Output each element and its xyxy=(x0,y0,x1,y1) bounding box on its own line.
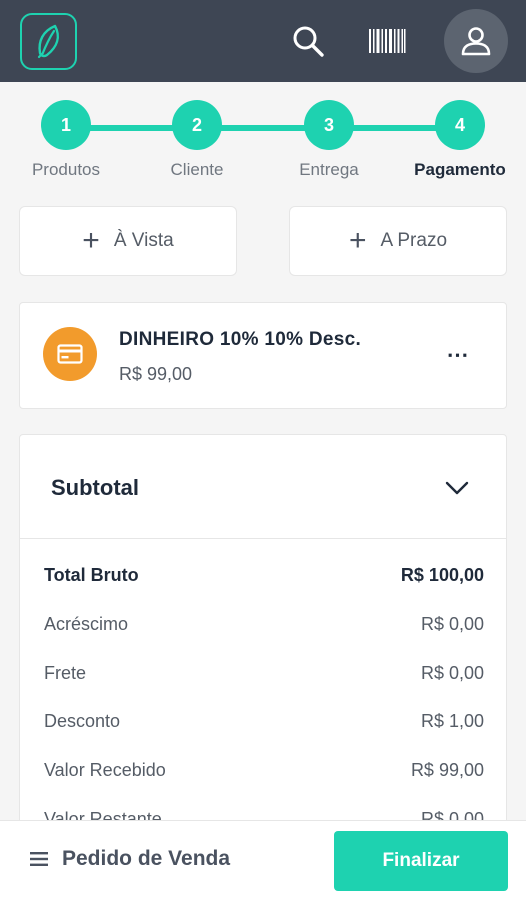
barcode-icon xyxy=(369,29,406,53)
profile-button[interactable] xyxy=(444,9,508,73)
more-options-icon[interactable]: ⋯ xyxy=(440,337,476,373)
step-number: 1 xyxy=(41,100,91,150)
row-value: R$ 0,00 xyxy=(420,614,484,634)
payment-amount: R$ 99,00 xyxy=(119,364,193,384)
step-label: Entrega xyxy=(299,160,359,179)
chevron-down-icon[interactable] xyxy=(440,471,474,505)
step-produtos[interactable]: 1 Produtos xyxy=(6,95,126,180)
row-value: R$ 99,00 xyxy=(410,760,484,780)
subtotal-title: Subtotal xyxy=(51,475,139,500)
subtotal-row-frete: Frete R$ 0,00 xyxy=(44,663,484,684)
row-label: Frete xyxy=(44,663,87,683)
prazo-label: A Prazo xyxy=(380,230,448,251)
subtotal-row-desconto: Desconto R$ 1,00 xyxy=(44,711,484,732)
row-label: Total Bruto xyxy=(44,565,139,585)
step-number: 2 xyxy=(172,100,222,150)
plus-icon: + xyxy=(82,224,100,257)
payment-title: DINHEIRO 10% 10% Desc. xyxy=(119,329,362,350)
subtotal-row-total-bruto: Total Bruto R$ 100,00 xyxy=(44,565,484,586)
step-label: Cliente xyxy=(170,160,224,179)
finalize-button[interactable]: Finalizar xyxy=(334,831,508,891)
app-header xyxy=(0,0,526,82)
subtotal-header[interactable]: Subtotal xyxy=(20,435,506,539)
step-cliente[interactable]: 2 Cliente xyxy=(137,95,257,180)
row-label: Valor Recebido xyxy=(44,760,166,780)
payment-entry-card[interactable]: DINHEIRO 10% 10% Desc. R$ 99,00 ⋯ xyxy=(19,302,507,409)
step-number: 4 xyxy=(435,100,485,150)
add-prazo-payment-button[interactable]: + A Prazo xyxy=(289,206,507,276)
step-pagamento[interactable]: 4 Pagamento xyxy=(400,95,520,180)
row-label: Acréscimo xyxy=(44,614,129,634)
search-icon xyxy=(293,26,324,57)
user-icon xyxy=(461,27,491,56)
plus-icon: + xyxy=(348,224,367,257)
credit-card-icon xyxy=(57,344,83,364)
order-type-label: Pedido de Venda xyxy=(62,847,231,870)
payment-method-icon xyxy=(43,327,97,381)
order-type-selector[interactable]: Pedido de Venda xyxy=(30,847,230,871)
subtotal-card: Subtotal Total Bruto R$ 100,00 Acréscimo… xyxy=(19,434,507,854)
step-number: 3 xyxy=(304,100,354,150)
row-value: R$ 0,00 xyxy=(420,663,484,683)
vista-label: À Vista xyxy=(113,230,174,251)
add-vista-payment-button[interactable]: + À Vista xyxy=(19,206,237,276)
subtotal-row-acrescimo: Acréscimo R$ 0,00 xyxy=(44,614,484,635)
row-value: R$ 1,00 xyxy=(420,711,484,731)
step-entrega[interactable]: 3 Entrega xyxy=(269,95,389,180)
barcode-scan-button[interactable] xyxy=(355,9,419,73)
menu-icon xyxy=(30,852,48,866)
app-logo[interactable] xyxy=(20,13,77,70)
checkout-stepper: 1 Produtos 2 Cliente 3 Entrega 4 Pagamen… xyxy=(0,95,526,195)
step-label: Pagamento xyxy=(414,160,506,179)
bottom-action-bar: Pedido de Venda Finalizar xyxy=(0,820,526,900)
leaf-logo-icon xyxy=(37,24,59,58)
search-button[interactable] xyxy=(276,9,340,73)
row-label: Desconto xyxy=(44,711,121,731)
row-value: R$ 100,00 xyxy=(400,565,484,585)
step-label: Produtos xyxy=(31,160,101,179)
subtotal-row-valor-recebido: Valor Recebido R$ 99,00 xyxy=(44,760,484,781)
